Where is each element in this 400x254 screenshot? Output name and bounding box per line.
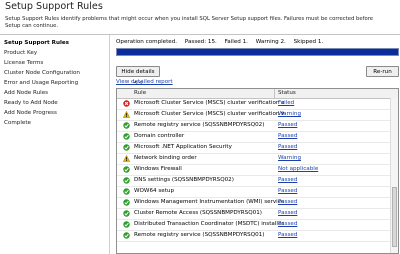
warning-icon [123,155,130,162]
progress-bar [116,48,399,56]
rule-name: Remote registry service (SQSSNBMPDYRSQ02… [134,122,265,128]
table-row[interactable]: Remote registry service (SQSSNBMPDYRSQ01… [117,231,398,242]
rule-status-link[interactable]: Passed [278,177,297,183]
status-passed: Passed: 15. [184,39,217,45]
rule-status-link[interactable]: Passed [278,122,297,128]
check-icon [123,210,130,217]
check-icon [123,221,130,228]
sidebar-item-license-terms[interactable]: License Terms [4,60,43,66]
rule-name: Remote registry service (SQSSNBMPDYRSQ01… [134,232,265,238]
table-row[interactable]: Microsoft Cluster Service (MSCS) cluster… [117,110,398,121]
sidebar-item-add-node-progress[interactable]: Add Node Progress [4,110,57,116]
rule-status-link[interactable]: Not applicable [278,166,318,172]
table-row[interactable]: Microsoft Cluster Service (MSCS) cluster… [117,99,398,110]
rule-name: Microsoft Cluster Service (MSCS) cluster… [134,111,284,117]
rule-status-link[interactable]: Failed [278,100,294,106]
table-row[interactable]: Network binding order Warning [117,154,398,165]
status-completed: Operation completed. [116,39,178,45]
check-icon [123,232,130,239]
rerun-button[interactable]: Re-run [366,66,399,77]
sidebar: Setup Support Rules Product Key License … [0,35,110,254]
rule-name: Windows Firewall [134,166,182,172]
table-row[interactable]: Cluster Remote Access (SQSSNBMPDYRSQ01) … [117,209,398,220]
table-row[interactable]: WOW64 setup Passed [117,187,398,198]
table-row[interactable]: Windows Management Instrumentation (WMI)… [117,198,398,209]
rule-name: Network binding order [134,155,197,161]
status-warning: Warning 2. [255,39,286,45]
page-title: Setup Support Rules [5,1,103,12]
rule-name: Microsoft .NET Application Security [134,144,232,150]
rule-status-link[interactable]: Warning [278,111,301,117]
sidebar-item-ready-to-add-node[interactable]: Ready to Add Node [4,100,58,106]
warning-icon [123,111,130,118]
sidebar-item-error-usage-reporting[interactable]: Error and Usage Reporting [4,80,78,86]
check-icon [123,133,130,140]
table-row[interactable]: Domain controller Passed [117,132,398,143]
check-icon [123,177,130,184]
column-divider [274,89,275,98]
rule-status-link[interactable]: Warning [278,155,301,161]
hide-details-button[interactable]: Hide details << [116,66,160,86]
main-panel: Operation completed. Passed: 15. Failed … [110,35,400,254]
status-failed: Failed 1. [224,39,248,45]
rule-status-link[interactable]: Passed [278,144,297,150]
operation-status: Operation completed. Passed: 15. Failed … [116,39,329,45]
view-detailed-report-link[interactable]: View detailed report [116,79,173,85]
vertical-scrollbar[interactable] [390,98,398,253]
sidebar-item-cluster-node-configuration[interactable]: Cluster Node Configuration [4,70,80,76]
rule-status-link[interactable]: Passed [278,199,297,205]
status-skipped: Skipped 1. [293,39,324,45]
rules-table: Rule Status Microsoft Cluster Service (M… [116,88,399,254]
check-icon [123,188,130,195]
rule-status-link[interactable]: Passed [278,133,297,139]
error-icon [123,100,130,107]
rule-name: DNS settings (SQSSNBMPDYRSQ02) [134,177,234,183]
rule-status-link[interactable]: Passed [278,221,297,227]
page-header: Setup Support Rules Setup Support Rules … [0,0,400,35]
sidebar-item-complete[interactable]: Complete [4,120,31,126]
table-row[interactable]: Distributed Transaction Coordinator (MSD… [117,220,398,231]
sidebar-item-product-key[interactable]: Product Key [4,50,37,56]
rule-name: Windows Management Instrumentation (WMI)… [134,199,284,205]
page-description: Setup Support Rules identify problems th… [5,16,374,29]
rule-name: Domain controller [134,133,185,139]
table-row[interactable]: DNS settings (SQSSNBMPDYRSQ02) Passed [117,176,398,187]
rule-name: Distributed Transaction Coordinator (MSD… [134,221,284,227]
rule-name: WOW64 setup [134,188,175,194]
check-icon [123,144,130,151]
table-header: Rule Status [117,89,398,99]
check-icon [123,166,130,173]
table-row[interactable]: Microsoft .NET Application Security Pass… [117,143,398,154]
table-row[interactable]: Windows Firewall Not applicable [117,165,398,176]
check-icon [123,122,130,129]
rule-name: Cluster Remote Access (SQSSNBMPDYRSQ01) [134,210,262,216]
sidebar-item-add-node-rules[interactable]: Add Node Rules [4,90,48,96]
rule-status-link[interactable]: Passed [278,188,297,194]
rule-status-link[interactable]: Passed [278,210,297,216]
rule-status-link[interactable]: Passed [278,232,297,238]
column-header-rule[interactable]: Rule [134,90,146,96]
table-row[interactable]: Remote registry service (SQSSNBMPDYRSQ02… [117,121,398,132]
check-icon [123,199,130,206]
scrollbar-thumb[interactable] [392,187,397,247]
sidebar-item-setup-support-rules[interactable]: Setup Support Rules [4,40,69,46]
rule-name: Microsoft Cluster Service (MSCS) cluster… [134,100,284,106]
column-header-status[interactable]: Status [278,90,296,96]
